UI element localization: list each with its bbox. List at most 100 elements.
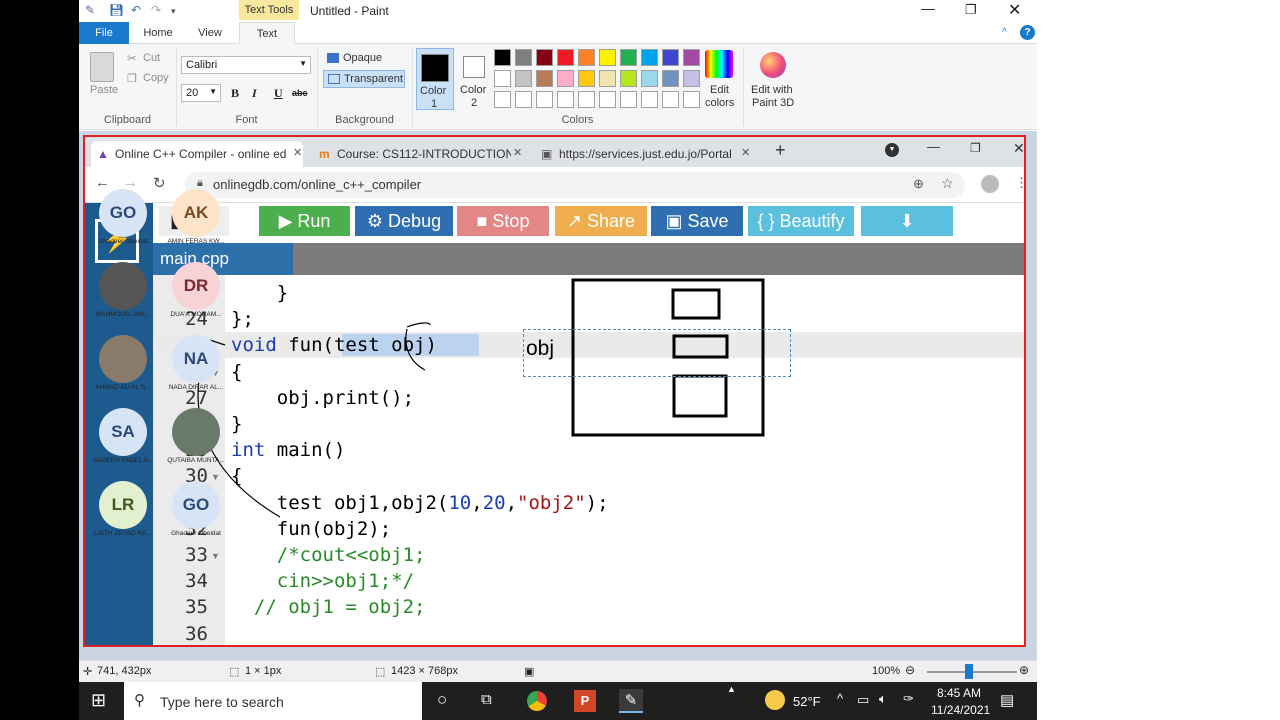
copy-icon: ❐ [127, 73, 137, 85]
color-swatch[interactable] [620, 70, 637, 87]
color-swatch[interactable] [536, 49, 553, 66]
font-family-select[interactable]: Calibri ▼ [181, 56, 311, 74]
color-swatch[interactable] [599, 70, 616, 87]
volume-icon[interactable]: 🔈︎ [879, 691, 887, 707]
paste-icon[interactable] [90, 52, 114, 82]
italic-button[interactable]: I [252, 86, 257, 101]
participant-avatar[interactable] [172, 408, 220, 456]
font-size-select[interactable]: 20 ▼ [181, 84, 221, 102]
color-swatch[interactable] [494, 91, 511, 108]
color1-button[interactable]: Color 1 [416, 48, 454, 110]
colors-group-label: Colors [561, 114, 594, 126]
scroll-up-icon[interactable]: ▲ [727, 684, 736, 694]
paint3d-label-2[interactable]: Paint 3D [752, 97, 794, 109]
weather-temp[interactable]: 52°F [793, 694, 821, 709]
color-swatch[interactable] [557, 70, 574, 87]
participant-avatar[interactable]: GO [172, 481, 220, 529]
color-swatch[interactable] [641, 49, 658, 66]
color-swatch[interactable] [494, 70, 511, 87]
zoom-level: 100% [872, 665, 901, 677]
color2-button[interactable]: Color 2 [457, 48, 495, 110]
strikethrough-button[interactable]: abc [292, 88, 308, 98]
notifications-icon[interactable]: ▤ [1000, 691, 1014, 709]
cortana-icon[interactable]: ○ [437, 690, 447, 710]
cut-label[interactable]: Cut [143, 52, 160, 64]
color-swatch[interactable] [578, 91, 595, 108]
browser-screenshot: ▲ Online C++ Compiler - online ed ✕ m Co… [83, 135, 1026, 647]
maximize-icon[interactable]: ❐ [965, 2, 977, 18]
paint-app-icon: ✎ [85, 3, 96, 17]
customize-quick-access-icon[interactable]: ▾ [171, 6, 176, 17]
participant-avatar[interactable]: SA [99, 408, 147, 456]
color-swatch[interactable] [641, 70, 658, 87]
redo-icon[interactable]: ↷ [151, 3, 161, 17]
paint-taskbar-icon[interactable]: ✎ [619, 689, 643, 713]
copy-label[interactable]: Copy [143, 72, 169, 84]
color-swatch[interactable] [578, 49, 595, 66]
clock-time[interactable]: 8:45 AM [937, 686, 981, 700]
underline-button[interactable]: U [274, 86, 283, 101]
powerpoint-icon[interactable]: P [574, 690, 596, 712]
object-member-box-3 [672, 374, 728, 418]
taskbar-search-box[interactable]: ⚲ Type here to search [124, 682, 422, 720]
participant-avatar[interactable]: NA [172, 335, 220, 383]
color-swatch[interactable] [641, 91, 658, 108]
color-swatch[interactable] [662, 91, 679, 108]
color-swatch[interactable] [515, 70, 532, 87]
color-swatch[interactable] [536, 70, 553, 87]
participant-avatar[interactable]: DR [172, 262, 220, 310]
color-swatch[interactable] [683, 91, 700, 108]
color-swatch[interactable] [515, 91, 532, 108]
pen-icon[interactable]: ✑ [903, 691, 914, 707]
paint3d-label[interactable]: Edit with [751, 84, 793, 96]
color-swatch[interactable] [599, 91, 616, 108]
transparent-button[interactable]: Transparent [323, 70, 405, 88]
zoom-slider-thumb[interactable] [965, 664, 973, 679]
tab-view[interactable]: View [191, 22, 229, 44]
participant-avatar[interactable]: LR [99, 481, 147, 529]
help-icon[interactable]: ? [1020, 25, 1035, 40]
clock-date[interactable]: 11/24/2021 [931, 703, 990, 717]
collapse-ribbon-icon[interactable]: ^ [1002, 27, 1007, 38]
color-swatch[interactable] [557, 91, 574, 108]
chrome-icon[interactable] [527, 691, 547, 711]
participant-avatar[interactable] [99, 262, 147, 310]
opaque-button[interactable]: Opaque [323, 50, 403, 66]
participant-avatar[interactable] [99, 335, 147, 383]
bold-button[interactable]: B [231, 86, 239, 101]
color-swatch[interactable] [620, 91, 637, 108]
color-swatch[interactable] [620, 49, 637, 66]
color-swatch[interactable] [662, 49, 679, 66]
participant-avatar[interactable]: GO [99, 189, 147, 237]
participant-avatar[interactable]: AK [172, 189, 220, 237]
windows-start-icon[interactable]: ⊞ [91, 690, 106, 711]
close-icon[interactable]: ✕ [1008, 0, 1021, 20]
zoom-in-icon[interactable]: ⊕ [1019, 663, 1029, 677]
color-swatch[interactable] [683, 70, 700, 87]
color-swatch[interactable] [557, 49, 574, 66]
tab-text[interactable]: Text [239, 22, 295, 44]
task-view-icon[interactable]: ⧉ [481, 691, 492, 708]
paint-text-box[interactable]: obj [523, 329, 791, 377]
search-icon: ⚲ [134, 692, 145, 709]
tab-file[interactable]: File [79, 22, 129, 44]
color-swatch[interactable] [494, 49, 511, 66]
edit-colors-label[interactable]: Edit [710, 84, 729, 96]
color-swatch[interactable] [683, 49, 700, 66]
tab-home[interactable]: Home [139, 22, 177, 44]
undo-icon[interactable]: ↶ [131, 3, 141, 17]
paint3d-icon[interactable] [760, 52, 786, 78]
network-icon[interactable]: ▭ [857, 692, 869, 708]
color-swatch[interactable] [536, 91, 553, 108]
color-swatch[interactable] [515, 49, 532, 66]
color-swatch[interactable] [599, 49, 616, 66]
zoom-out-icon[interactable]: ⊖ [905, 663, 915, 677]
minimize-icon[interactable]: — [921, 0, 935, 16]
tray-chevron-icon[interactable]: ^ [837, 691, 843, 706]
edit-colors-icon[interactable] [705, 50, 733, 78]
edit-colors-label-2[interactable]: colors [705, 97, 734, 109]
paste-label[interactable]: Paste [90, 84, 118, 96]
color-swatch[interactable] [578, 70, 595, 87]
save-icon[interactable]: 💾︎ [109, 3, 124, 17]
color-swatch[interactable] [662, 70, 679, 87]
